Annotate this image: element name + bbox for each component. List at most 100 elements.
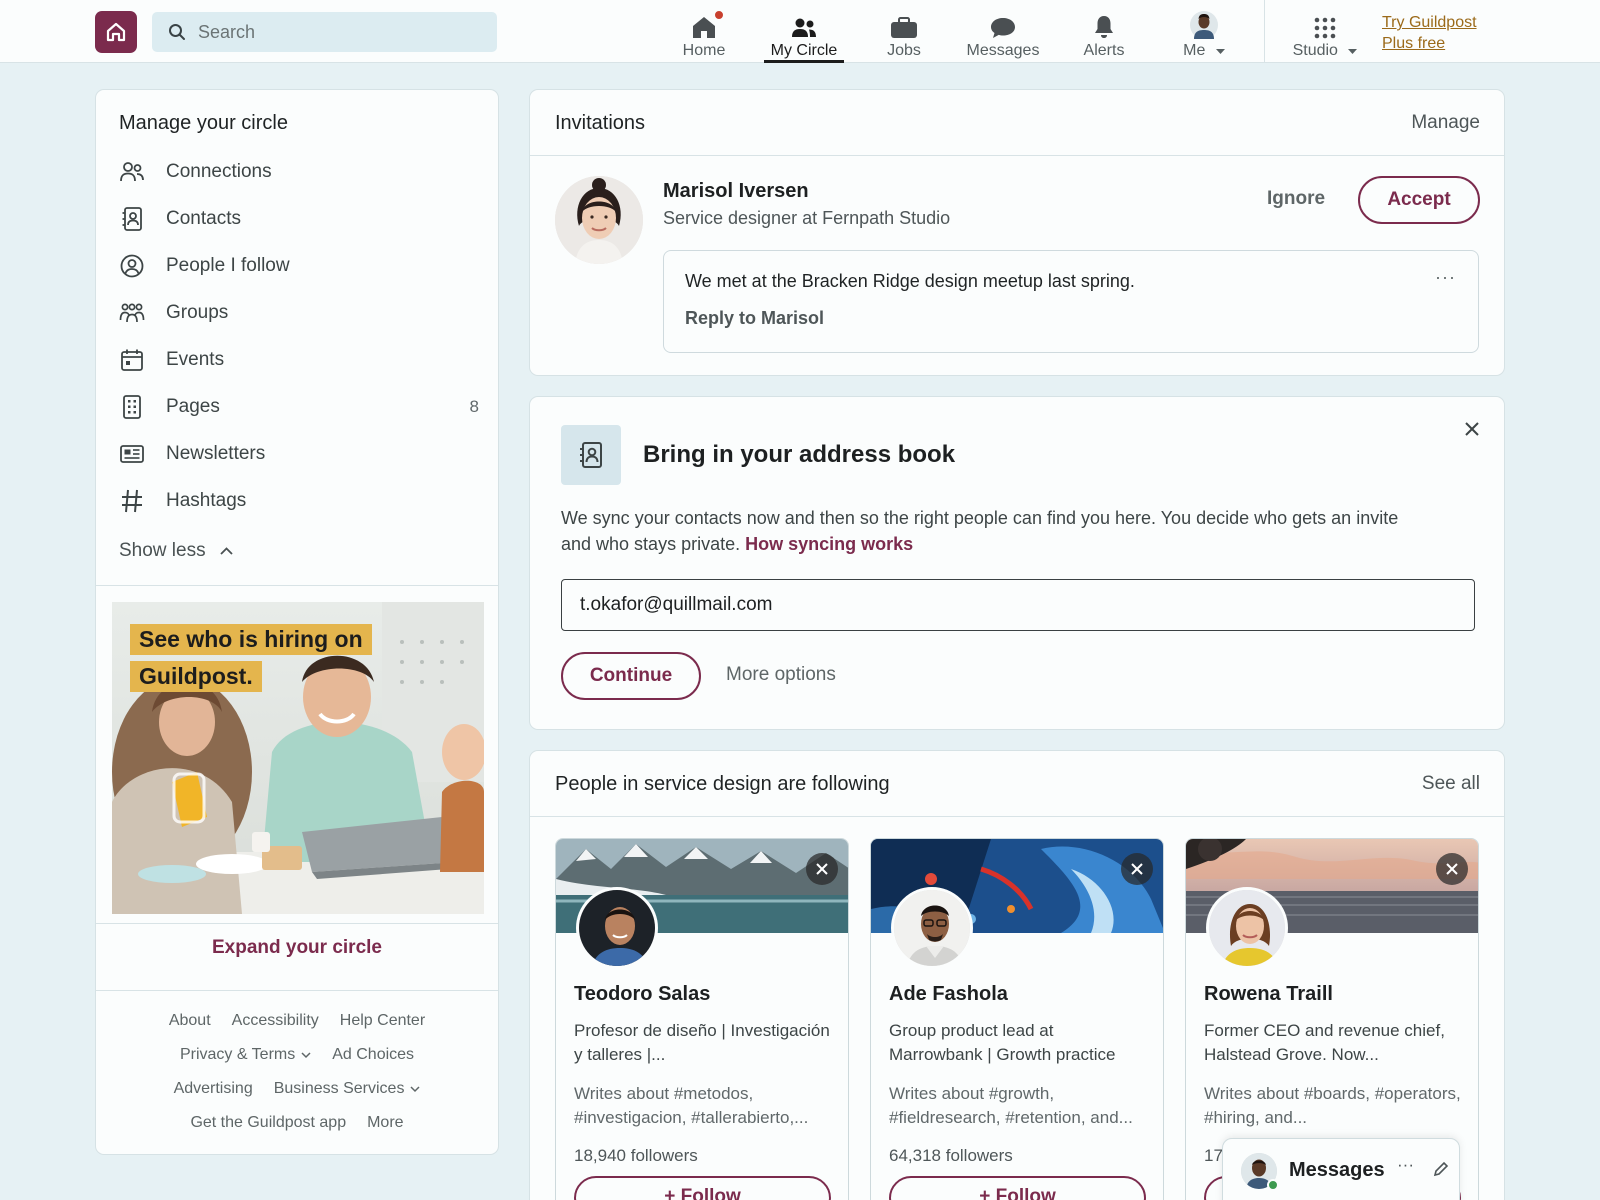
bell-icon [1095,16,1113,38]
invitation-message-text: We met at the Bracken Ridge design meetu… [685,271,1135,291]
compose-icon[interactable] [1433,1161,1449,1177]
how-syncing-works-link[interactable]: How syncing works [745,534,913,554]
nav-label: Jobs [887,42,921,59]
hiring-ad-banner[interactable]: See who is hiring on Guildpost. [112,602,484,914]
email-field[interactable] [561,579,1475,631]
sidebar-item-label: Hashtags [166,490,247,511]
nav-home[interactable]: Home [676,0,732,63]
footer-link-get-app[interactable]: Get the Guildpost app [190,1114,346,1132]
invitation-message: We met at the Bracken Ridge design meetu… [663,250,1479,353]
person-name[interactable]: Ade Fashola [889,983,1008,1006]
sidebar-item-events[interactable]: Events [119,345,479,375]
search-input[interactable] [198,21,478,43]
continue-button[interactable]: Continue [561,652,701,700]
person-headline: Former CEO and revenue chief, Halstead G… [1204,1021,1445,1064]
contact-card-icon [122,207,142,231]
avatar [1206,887,1288,969]
divider [96,990,498,991]
sidebar-item-people-i-follow[interactable]: People I follow [119,251,479,281]
footer-link-accessibility[interactable]: Accessibility [232,1012,319,1030]
messaging-dock[interactable]: Messages ··· [1222,1138,1460,1200]
show-less-label: Show less [119,540,206,561]
nav-label: Studio [1292,42,1338,59]
close-icon [1131,863,1143,875]
guildpost-logo[interactable] [95,11,137,53]
show-less-toggle[interactable]: Show less [119,540,233,562]
person-card[interactable]: Teodoro Salas Profesor de diseño | Inves… [555,838,849,1200]
person-topics: Writes about #growth, #fieldresearch, #r… [889,1084,1133,1127]
person-name[interactable]: Rowena Traill [1204,983,1333,1006]
address-book-description-text: We sync your contacts now and then so th… [561,508,1399,554]
follower-count: 18,940 followers [574,1146,698,1165]
nav-my-circle[interactable]: My Circle [764,0,844,63]
invitations-title: Invitations [555,112,646,134]
ignore-button[interactable]: Ignore [1267,188,1325,210]
person-card[interactable]: Ade Fashola Group product lead at Marrow… [870,838,1164,1200]
search-bar[interactable] [152,12,497,52]
person-name[interactable]: Teodoro Salas [574,983,710,1006]
briefcase-icon [891,17,917,38]
nav-label: Home [682,42,726,59]
address-book-card: Bring in your address book We sync your … [529,396,1505,730]
sidebar-item-contacts[interactable]: Contacts [119,204,479,234]
nav-alerts[interactable]: Alerts [1078,0,1130,63]
invitations-card: Invitations Manage Marisol Iversen Servi… [529,89,1505,376]
dismiss-suggestion-button[interactable] [806,853,838,885]
people-icon [792,18,816,37]
footer-link-advertising[interactable]: Advertising [174,1080,253,1098]
footer-link-ad-choices[interactable]: Ad Choices [332,1046,414,1064]
person-headline: Profesor de diseño | Investigación y tal… [574,1021,830,1064]
person-photo [579,890,655,966]
page-icon [123,395,141,419]
follow-button[interactable]: + Follow [889,1176,1146,1200]
footer-link-label: Business Services [273,1080,405,1097]
divider [96,585,498,586]
footer-links-row: Get the Guildpost app More [96,1114,498,1132]
see-all-link[interactable]: See all [1422,773,1480,795]
footer-link-about[interactable]: About [169,1012,211,1030]
dismiss-suggestion-button[interactable] [1121,853,1153,885]
nav-me[interactable]: Me [1176,0,1232,63]
expand-circle-link[interactable]: Expand your circle [96,937,498,959]
inviter-name[interactable]: Marisol Iversen [663,180,809,203]
try-premium-link[interactable]: Try Guildpost Plus free [1382,12,1477,54]
manage-invitations-link[interactable]: Manage [1411,112,1480,134]
chevron-down-icon [410,1085,420,1092]
sidebar-item-newsletters[interactable]: Newsletters [119,439,479,469]
sidebar-item-label: Connections [166,161,272,182]
follow-label: Follow [680,1186,741,1200]
footer-links-row: About Accessibility Help Center [96,1012,498,1030]
sidebar-item-groups[interactable]: Groups [119,298,479,328]
close-icon [1446,863,1458,875]
sidebar-item-hashtags[interactable]: Hashtags [119,486,479,516]
more-options-icon[interactable]: ··· [1397,1155,1414,1175]
footer-link-privacy-terms[interactable]: Privacy & Terms [180,1046,311,1064]
person-photo [1209,890,1285,966]
sidebar-item-connections[interactable]: Connections [119,157,479,187]
contact-card-icon [580,442,602,468]
avatar [576,887,658,969]
plus-icon: + [979,1186,996,1200]
avatar[interactable] [555,176,643,264]
follow-button[interactable]: + Follow [574,1176,831,1200]
nav-messages[interactable]: Messages [964,0,1042,63]
footer-link-more[interactable]: More [367,1114,403,1132]
footer-link-help-center[interactable]: Help Center [340,1012,425,1030]
more-options-link[interactable]: More options [726,664,836,686]
avatar-icon [1190,11,1218,39]
dismiss-button[interactable] [1464,421,1480,442]
dismiss-suggestion-button[interactable] [1436,853,1468,885]
close-icon [1465,422,1479,436]
footer-link-business-services[interactable]: Business Services [274,1080,421,1098]
nav-label: My Circle [770,42,838,59]
more-options-icon[interactable]: ··· [1435,267,1456,288]
reply-link[interactable]: Reply to Marisol [685,308,824,329]
nav-studio[interactable]: Studio [1290,0,1360,63]
messaging-title: Messages [1289,1159,1385,1181]
nav-jobs[interactable]: Jobs [878,0,930,63]
accept-button[interactable]: Accept [1358,176,1480,224]
nav-label: Me [1183,42,1206,59]
people-icon [120,162,144,182]
sidebar-item-pages[interactable]: Pages 8 [119,392,479,422]
footer-links-row: Privacy & Terms Ad Choices [96,1046,498,1064]
